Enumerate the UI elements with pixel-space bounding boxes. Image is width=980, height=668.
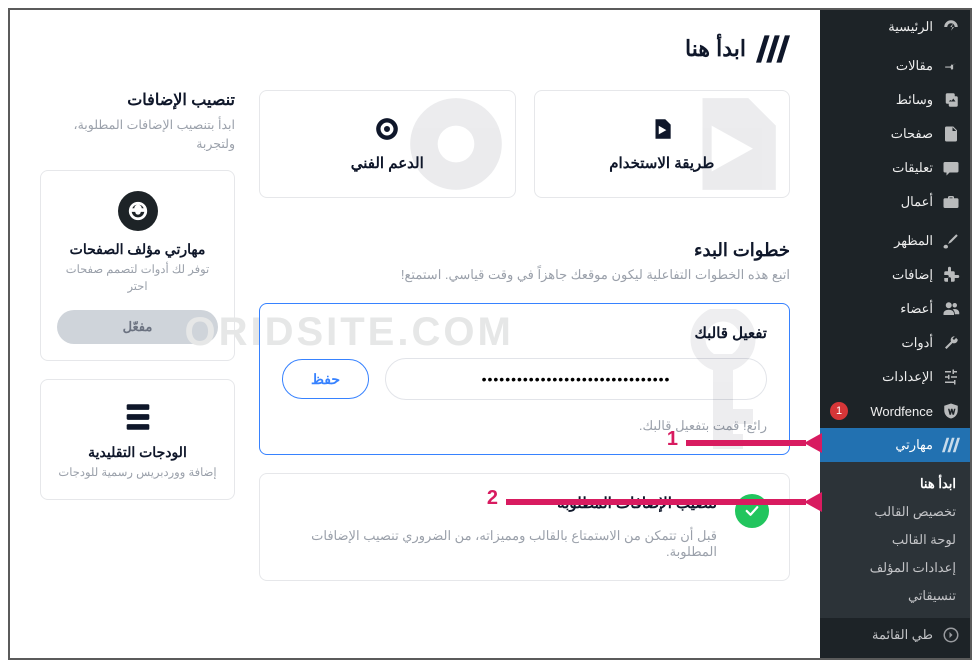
submenu-item[interactable]: لوحة القالب xyxy=(820,526,970,554)
wordfence-icon xyxy=(942,402,960,420)
plugin-card: مهارتي مؤلف الصفحات توفر لك أدوات لتصمم … xyxy=(40,170,235,362)
plugin-desc: توفر لك أدوات لتصمم صفحات احتر xyxy=(57,262,218,297)
menu-label: الإعدادات xyxy=(830,369,933,385)
widget-card: الودجات التقليدية إضافة ووردبريس رسمية ل… xyxy=(40,379,235,500)
menu-item-brush[interactable]: المظهر xyxy=(820,224,970,258)
users-icon xyxy=(942,300,960,318)
widget-desc: إضافة ووردبريس رسمية للودجات xyxy=(57,465,218,479)
info-card-row: طريقة الاستخدامالدعم الفني xyxy=(259,90,790,198)
briefcase-icon xyxy=(942,193,960,211)
step-activate-theme: تفعيل قالبك حفظ رائع! قمت بتفعيل قالبك. xyxy=(259,303,790,455)
brush-icon xyxy=(942,232,960,250)
side-plugins-title: تنصيب الإضافات xyxy=(40,90,235,110)
step-plugins-title: تنصيب الإضافات المطلوبة xyxy=(282,494,717,512)
plugin-title: مهارتي مؤلف الصفحات xyxy=(57,241,218,258)
submenu: ابدأ هناتخصيص القالبلوحة القالبإعدادات ا… xyxy=(820,462,970,618)
menu-label: الرئيسية xyxy=(830,19,933,35)
play-bg-icon xyxy=(675,90,785,198)
step-plugins-desc: قبل أن تتمكن من الاستمتاع بالقالب ومميزا… xyxy=(282,528,717,560)
plugin-activated-button[interactable]: مفعّل xyxy=(57,310,218,344)
page-icon xyxy=(942,125,960,143)
widget-title: الودجات التقليدية xyxy=(57,444,218,461)
submenu-item[interactable]: تخصيص القالب xyxy=(820,498,970,526)
menu-label: أدوات xyxy=(830,335,933,351)
menu-label: مقالات xyxy=(830,58,933,74)
maharti-icon xyxy=(942,436,960,454)
menu-item-plugin[interactable]: إضافات xyxy=(820,258,970,292)
menu-label: المظهر xyxy=(830,233,933,249)
steps-heading: خطوات البدء xyxy=(259,240,790,261)
check-complete-icon xyxy=(735,494,769,528)
maharti-logo-icon xyxy=(756,34,790,64)
plugin-icon xyxy=(118,191,158,231)
menu-label: وسائط xyxy=(830,92,933,108)
info-card-lifebuoy[interactable]: الدعم الفني xyxy=(259,90,516,198)
menu-label: مهارتي xyxy=(830,437,933,453)
menu-item-page[interactable]: صفحات xyxy=(820,117,970,151)
collapse-menu[interactable]: طي القائمة xyxy=(820,618,970,652)
menu-label: إضافات xyxy=(830,267,933,283)
menu-label: صفحات xyxy=(830,126,933,142)
menu-item-media[interactable]: وسائط xyxy=(820,83,970,117)
menu-item-wrench[interactable]: أدوات xyxy=(820,326,970,360)
submenu-item[interactable]: ابدأ هنا xyxy=(820,470,970,498)
steps-subheading: اتبع هذه الخطوات التفاعلية ليكون موقعك ج… xyxy=(259,267,790,283)
menu-item-briefcase[interactable]: أعمال xyxy=(820,185,970,219)
widget-icon xyxy=(121,400,155,434)
save-license-button[interactable]: حفظ xyxy=(282,359,369,399)
lifebuoy-bg-icon xyxy=(401,90,511,198)
plugin-icon xyxy=(942,266,960,284)
wrench-icon xyxy=(942,334,960,352)
menu-badge: 1 xyxy=(830,402,848,420)
media-icon xyxy=(942,91,960,109)
submenu-item[interactable]: تنسيقاتي xyxy=(820,582,970,610)
pin-icon xyxy=(942,57,960,75)
lifebuoy-icon xyxy=(374,116,400,142)
menu-item-sliders[interactable]: الإعدادات xyxy=(820,360,970,394)
menu-label: تعليقات xyxy=(830,160,933,176)
comment-icon xyxy=(942,159,960,177)
dashboard-icon xyxy=(942,18,960,36)
submenu-item[interactable]: إعدادات المؤلف xyxy=(820,554,970,582)
menu-item-dashboard[interactable]: الرئيسية xyxy=(820,10,970,44)
menu-item-wordfence[interactable]: Wordfence 1 xyxy=(820,394,970,428)
side-plugins-sub: ابدأ بتنصيب الإضافات المطلوبة، ولتجربة xyxy=(40,116,235,154)
page-title: ابدأ هنا xyxy=(685,36,746,62)
admin-sidebar: الرئيسية مقالات وسائط صفحات تعليقات أعمال المظ… xyxy=(820,10,970,658)
menu-item-maharti[interactable]: مهارتي xyxy=(820,428,970,462)
menu-label: Wordfence xyxy=(857,404,933,419)
page-content: ORIDSITE.COM ابدأ هنا طريقة الاستخدامالد… xyxy=(10,10,820,658)
menu-item-pin[interactable]: مقالات xyxy=(820,49,970,83)
menu-item-comment[interactable]: تعليقات xyxy=(820,151,970,185)
info-card-play[interactable]: طريقة الاستخدام xyxy=(534,90,791,198)
play-icon xyxy=(649,116,675,142)
collapse-icon xyxy=(942,626,960,644)
step-install-plugins: تنصيب الإضافات المطلوبة قبل أن تتمكن من … xyxy=(259,473,790,581)
sliders-icon xyxy=(942,368,960,386)
menu-label: أعضاء xyxy=(830,301,933,317)
menu-item-users[interactable]: أعضاء xyxy=(820,292,970,326)
menu-label: أعمال xyxy=(830,194,933,210)
key-bg-icon xyxy=(663,309,783,449)
page-header: ابدأ هنا xyxy=(40,34,790,64)
plugins-side-block: تنصيب الإضافات ابدأ بتنصيب الإضافات المط… xyxy=(40,90,235,500)
